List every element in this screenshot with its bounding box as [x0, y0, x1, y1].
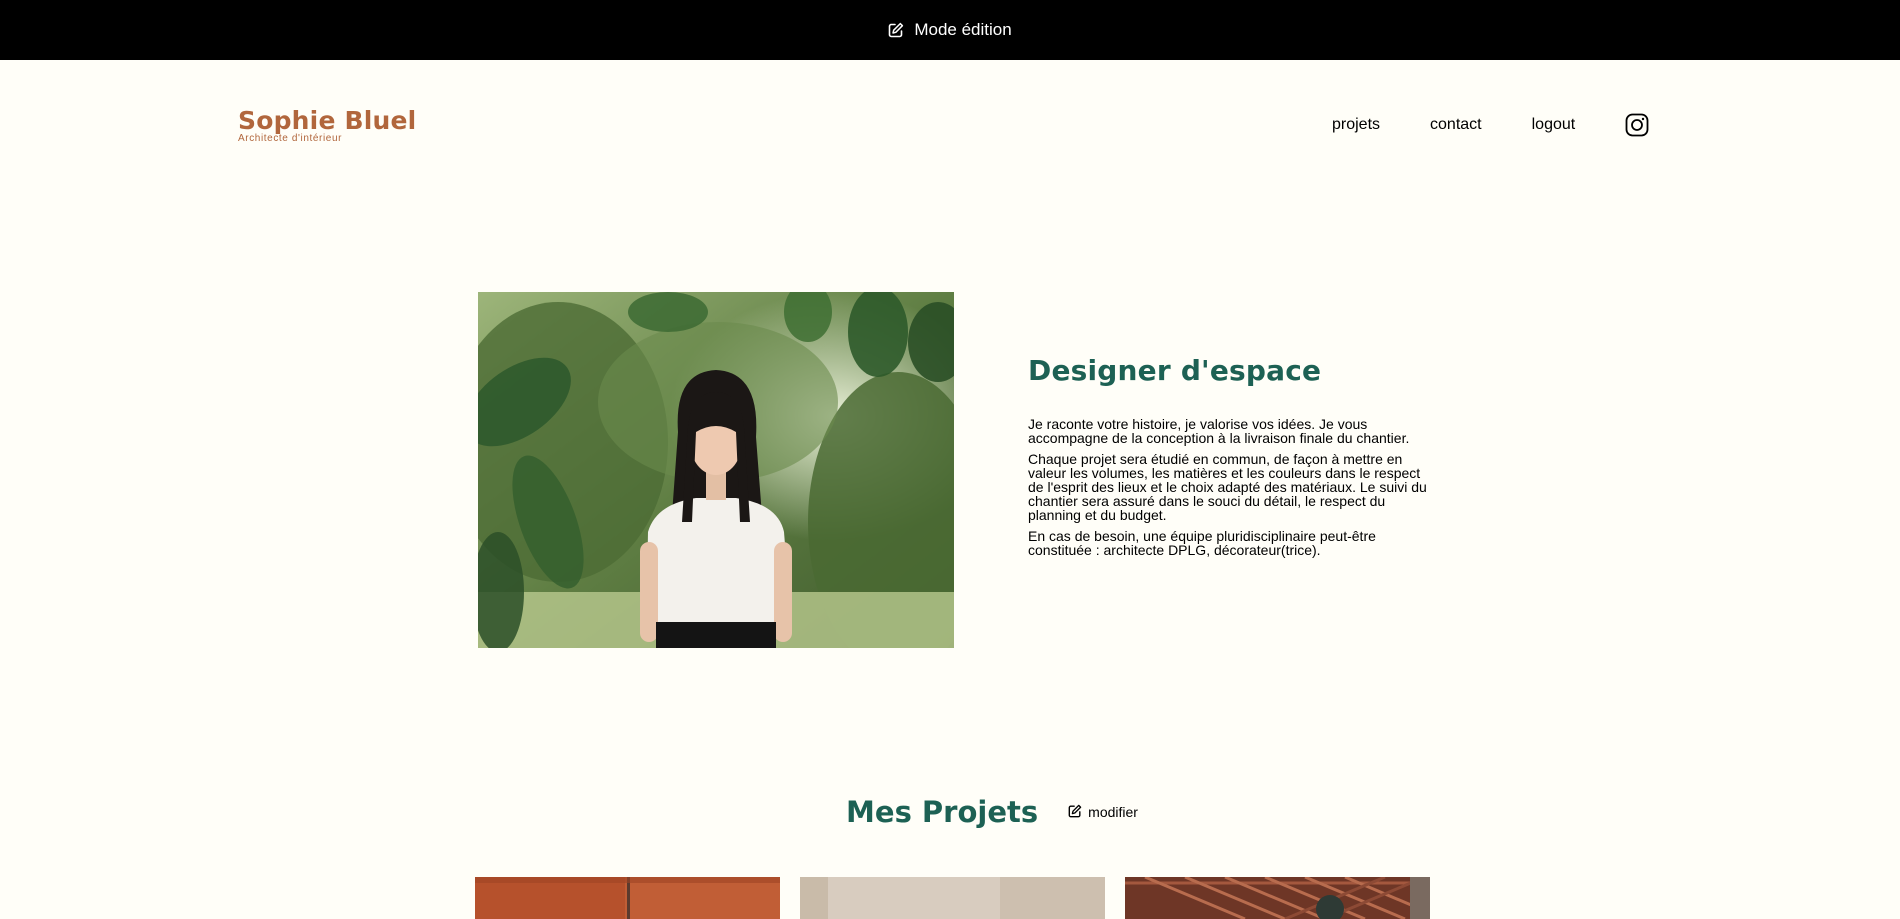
intro-paragraph: Chaque projet sera étudié en commun, de …: [1028, 451, 1427, 523]
nav-link-logout[interactable]: logout: [1532, 116, 1576, 134]
portfolio-title: Mes Projets: [846, 795, 1039, 829]
pen-to-square-icon: [888, 22, 904, 38]
edit-mode-bar[interactable]: Mode édition: [0, 0, 1900, 60]
pen-to-square-icon: [1068, 804, 1082, 821]
modify-projects-button[interactable]: modifier: [1068, 804, 1138, 821]
intro-title: Designer d'espace: [1028, 354, 1322, 387]
site-logo[interactable]: Sophie Bluel Architecte d'intérieur: [238, 108, 416, 144]
gallery-item[interactable]: [475, 877, 780, 919]
modify-label: modifier: [1088, 804, 1138, 820]
portfolio-header: Mes Projets modifier: [0, 795, 1900, 829]
nav-link-projets[interactable]: projets: [1332, 116, 1380, 134]
portrait-photo: [478, 292, 954, 648]
edit-mode-label: Mode édition: [914, 20, 1012, 39]
intro-article: Designer d'espace Je raconte votre histo…: [1028, 354, 1438, 564]
gallery-item[interactable]: [1125, 877, 1430, 919]
logo-name: Sophie Bluel: [238, 106, 417, 135]
instagram-icon[interactable]: [1625, 113, 1649, 137]
logo-subtitle: Architecte d'intérieur: [238, 133, 343, 144]
intro-paragraph: En cas de besoin, une équipe pluridiscip…: [1028, 528, 1376, 558]
gallery-item[interactable]: [800, 877, 1105, 919]
nav-link-contact[interactable]: contact: [1430, 116, 1482, 134]
main-nav: projets contact logout: [1332, 113, 1649, 137]
intro-paragraph: Je raconte votre histoire, je valorise v…: [1028, 416, 1410, 446]
